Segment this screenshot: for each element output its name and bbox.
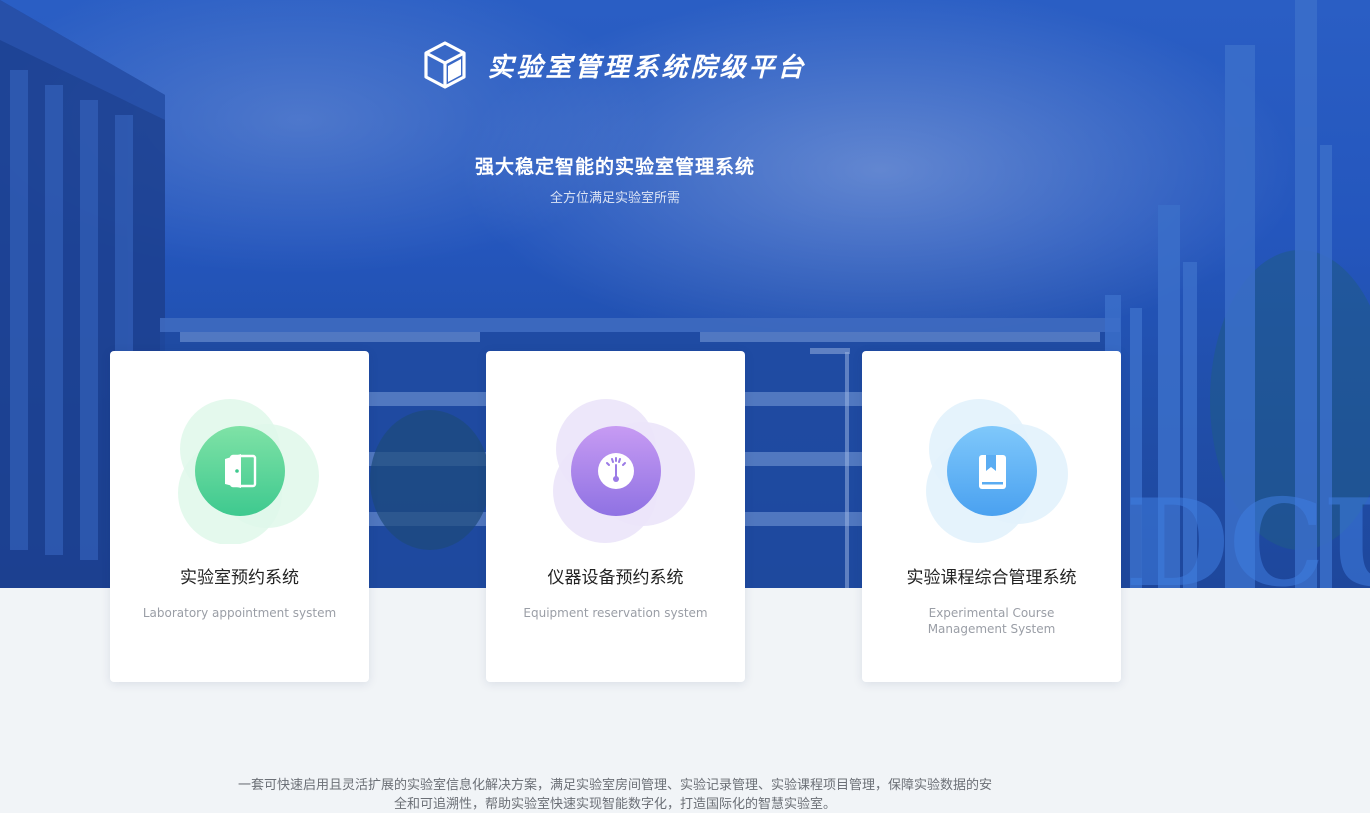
- card-illustration: [926, 399, 1068, 543]
- cube-icon: [424, 41, 467, 89]
- card-title: 仪器设备预约系统: [547, 568, 684, 588]
- card-laboratory-appointment[interactable]: 实验室预约系统 Laboratory appointment system: [110, 351, 369, 682]
- header: 实验室管理系统院级平台: [0, 40, 1230, 90]
- hero-sub-tagline: 全方位满足实验室所需: [549, 191, 680, 206]
- card-subtitle: Experimental Course Management System: [927, 606, 1056, 636]
- app-title: 实验室管理系统院级平台: [487, 52, 807, 83]
- dcu-watermark: DCU: [1125, 473, 1370, 588]
- hero-tagline: 强大稳定智能的实验室管理系统: [474, 156, 755, 178]
- card-course-management[interactable]: 实验课程综合管理系统 Experimental Course Managemen…: [862, 351, 1121, 682]
- card-equipment-reservation[interactable]: 仪器设备预约系统 Equipment reservation system: [486, 351, 745, 682]
- gauge-icon: [598, 453, 634, 489]
- landing-page: DCU 实验室管理系统院级平台 强大稳定智能的实验室管理系统 全方位满足实验室所…: [0, 0, 1370, 813]
- card-illustration: [178, 399, 319, 544]
- card-title: 实验室预约系统: [180, 568, 299, 588]
- card-subtitle: Equipment reservation system: [523, 606, 708, 620]
- card-title: 实验课程综合管理系统: [906, 568, 1077, 588]
- card-illustration: [553, 399, 695, 543]
- platform-description: 一套可快速启用且灵活扩展的实验室信息化解决方案，满足实验室房间管理、实验记录管理…: [237, 778, 992, 812]
- book-icon: [979, 455, 1006, 489]
- card-subtitle: Laboratory appointment system: [142, 606, 337, 620]
